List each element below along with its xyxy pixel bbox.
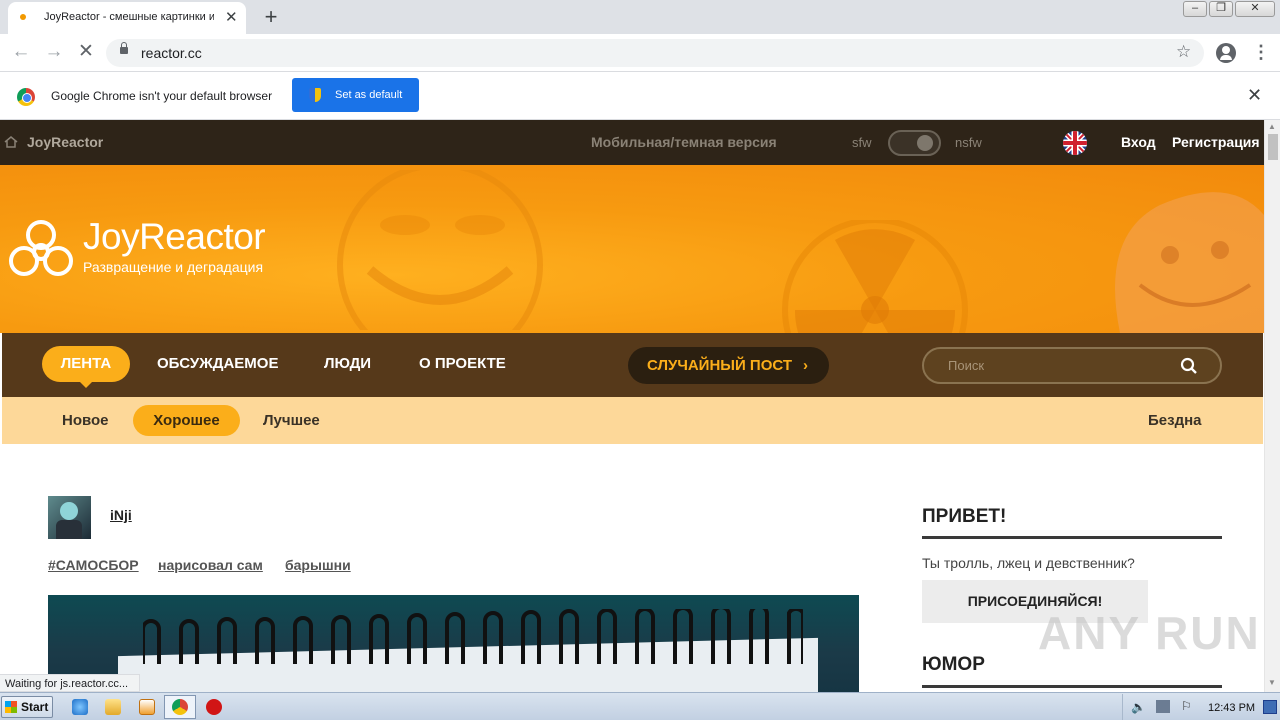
search-input[interactable] xyxy=(948,358,1178,373)
maximize-button[interactable]: ❐ xyxy=(1209,1,1233,17)
humor-title: ЮМОР xyxy=(922,654,985,675)
subnav-item-abyss[interactable]: Бездна xyxy=(1148,412,1202,429)
show-desktop-icon[interactable] xyxy=(1263,700,1277,714)
site-brand-link[interactable]: JoyReactor xyxy=(27,134,103,150)
banner-troll-face-decoration xyxy=(337,170,543,330)
window-close-button[interactable]: ✕ xyxy=(1235,1,1275,17)
post-author-link[interactable]: iNji xyxy=(110,507,132,523)
address-url[interactable]: reactor.cc xyxy=(141,45,202,61)
status-bubble: Waiting for js.reactor.cc... xyxy=(0,674,140,692)
register-link[interactable]: Регистрация xyxy=(1172,134,1260,150)
nav-item-feed[interactable]: ЛЕНТА xyxy=(42,346,130,388)
profile-avatar-icon[interactable] xyxy=(1216,43,1236,63)
banner-trollface-right-decoration xyxy=(1115,192,1264,333)
scrollbar-thumb[interactable] xyxy=(1268,134,1278,160)
radiation-symbol-decoration xyxy=(782,220,968,333)
scroll-up-icon[interactable]: ▲ xyxy=(1268,122,1276,131)
random-post-button[interactable]: СЛУЧАЙНЫЙ ПОСТ › xyxy=(628,347,829,384)
post-image[interactable] xyxy=(48,595,859,692)
greeting-title: ПРИВЕТ! xyxy=(922,506,1007,527)
nav-item-about[interactable]: О ПРОЕКТЕ xyxy=(419,355,506,372)
set-as-default-button[interactable]: Set as default xyxy=(292,78,419,112)
system-tray: 🔈 ⚐ 12:43 PM xyxy=(1122,694,1280,720)
banner-slogan: Разврaщение и деградация xyxy=(83,259,264,275)
browser-tab-strip: JoyReactor - смешные картинки и ✕ + – ❐ … xyxy=(0,0,1280,34)
tab-title: JoyReactor - смешные картинки и xyxy=(44,11,214,23)
search-box xyxy=(922,347,1222,384)
taskbar-chrome-button[interactable] xyxy=(164,695,196,719)
humor-divider xyxy=(922,685,1222,688)
stop-loading-icon[interactable]: ✕ xyxy=(75,42,97,62)
forward-icon[interactable]: → xyxy=(43,42,65,62)
site-top-bar: JoyReactor Мобильная/темная версия sfw n… xyxy=(0,120,1264,165)
media-player-icon[interactable] xyxy=(139,699,155,715)
lock-icon xyxy=(120,42,128,54)
windows-logo-icon xyxy=(5,701,17,713)
internet-explorer-icon[interactable] xyxy=(72,699,88,715)
search-icon[interactable] xyxy=(1180,357,1198,375)
antivirus-stop-icon[interactable] xyxy=(206,699,222,715)
browser-tab[interactable]: JoyReactor - смешные картинки и ✕ xyxy=(8,2,246,34)
toggle-knob xyxy=(917,135,933,151)
post-tag[interactable]: нарисовал сам xyxy=(158,557,263,573)
post-tag[interactable]: барышни xyxy=(285,557,351,573)
home-icon[interactable] xyxy=(4,136,18,148)
joyreactor-logo-icon[interactable] xyxy=(4,213,78,283)
tab-close-icon[interactable]: ✕ xyxy=(225,8,238,26)
infobar-close-icon[interactable]: ✕ xyxy=(1247,85,1262,106)
anyrun-watermark: ANY RUN xyxy=(1038,607,1261,659)
network-icon[interactable] xyxy=(1156,700,1170,713)
sfw-nsfw-toggle[interactable] xyxy=(888,130,941,156)
set-as-default-label: Set as default xyxy=(335,89,403,101)
nsfw-label: nsfw xyxy=(955,135,982,150)
nav-item-discussed[interactable]: ОБСУЖДАЕМОЕ xyxy=(157,355,278,372)
main-navigation: ЛЕНТА ОБСУЖДАЕМОЕ ЛЮДИ О ПРОЕКТЕ СЛУЧАЙН… xyxy=(2,333,1263,397)
chrome-logo-icon xyxy=(17,88,35,106)
subnav-item-new[interactable]: Новое xyxy=(62,412,109,429)
start-button[interactable]: Start xyxy=(1,696,53,718)
volume-icon[interactable]: 🔈 xyxy=(1131,700,1146,714)
login-link[interactable]: Вход xyxy=(1121,134,1156,150)
address-bar[interactable]: reactor.cc ☆ xyxy=(106,39,1204,67)
subnav-item-best[interactable]: Лучшее xyxy=(263,412,320,429)
chevron-right-icon: › xyxy=(803,357,808,374)
start-label: Start xyxy=(21,700,49,714)
back-icon[interactable]: ← xyxy=(10,42,32,62)
greeting-divider xyxy=(922,536,1222,539)
notebook-spiral-rings xyxy=(143,609,803,664)
uk-flag-icon[interactable] xyxy=(1063,131,1087,155)
subnav-item-good[interactable]: Хорошее xyxy=(133,405,240,436)
greeting-text: Ты тролль, лжец и девственник? xyxy=(922,555,1135,571)
sub-navigation: Новое Хорошее Лучшее Бездна xyxy=(2,397,1263,444)
new-tab-button[interactable]: + xyxy=(259,4,283,30)
random-post-label: СЛУЧАЙНЫЙ ПОСТ xyxy=(647,357,793,374)
scroll-down-icon[interactable]: ▼ xyxy=(1268,678,1276,687)
sfw-label: sfw xyxy=(852,135,872,150)
browser-toolbar: ← → ✕ reactor.cc ☆ ⋮ xyxy=(0,34,1280,72)
loading-favicon-icon xyxy=(20,14,26,20)
uac-shield-icon xyxy=(309,88,321,102)
page-scrollbar[interactable]: ▲ ▼ xyxy=(1264,120,1280,692)
infobar-text: Google Chrome isn't your default browser xyxy=(51,89,273,103)
avatar[interactable] xyxy=(48,496,91,539)
file-explorer-icon[interactable] xyxy=(105,699,121,715)
post-tag[interactable]: #САМОСБОР xyxy=(48,557,139,573)
windows-taskbar: Start 🔈 ⚐ 12:43 PM xyxy=(0,692,1280,720)
taskbar-clock[interactable]: 12:43 PM xyxy=(1208,702,1255,714)
minimize-button[interactable]: – xyxy=(1183,1,1207,17)
bookmark-star-icon[interactable]: ☆ xyxy=(1176,42,1191,62)
action-center-flag-icon[interactable]: ⚐ xyxy=(1181,699,1192,713)
chrome-icon xyxy=(172,699,188,715)
chrome-menu-icon[interactable]: ⋮ xyxy=(1252,40,1270,64)
banner-logo-text[interactable]: JoyReactor xyxy=(83,216,266,258)
site-banner: JoyReactor Разврaщение и деградация xyxy=(0,165,1264,333)
mobile-version-link[interactable]: Мобильная/темная версия xyxy=(591,134,777,150)
default-browser-infobar: Google Chrome isn't your default browser… xyxy=(0,72,1280,120)
nav-item-people[interactable]: ЛЮДИ xyxy=(324,355,371,372)
